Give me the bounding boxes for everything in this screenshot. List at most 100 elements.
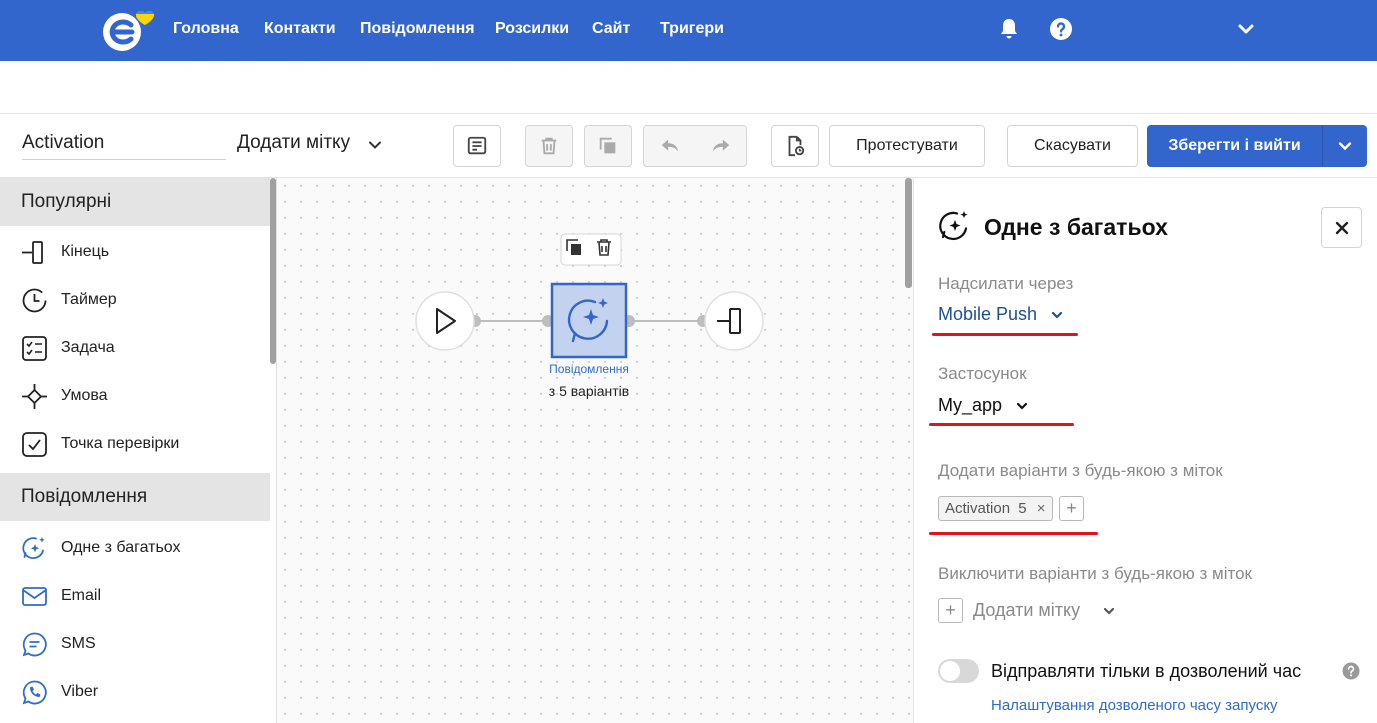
notes-button[interactable] <box>453 125 501 167</box>
canvas-scrollbar[interactable] <box>905 178 912 288</box>
help-icon[interactable] <box>1049 17 1073 41</box>
sparkle-chat-icon <box>22 537 45 559</box>
app-value: My_app <box>938 395 1003 415</box>
highlight-underline <box>929 532 1098 535</box>
sidebar-item-email[interactable]: Email <box>0 572 270 620</box>
cancel-button[interactable]: Скасувати <box>1007 125 1138 167</box>
sidebar-item-task[interactable]: Задача <box>0 324 270 372</box>
close-panel-button[interactable] <box>1321 207 1362 248</box>
nav-item-contacts[interactable]: Контакти <box>264 20 336 38</box>
delete-button[interactable] <box>525 125 573 167</box>
send-via-value: Mobile Push <box>938 304 1038 324</box>
chevron-down-icon <box>369 141 381 149</box>
nav-item-triggers[interactable]: Тригери <box>660 20 724 38</box>
message-node-selected[interactable] <box>550 282 628 359</box>
sidebar-item-end[interactable]: Кінець <box>0 228 270 276</box>
flow-canvas[interactable]: Повідомлення з 5 варіантів <box>277 178 913 723</box>
undo-icon[interactable] <box>659 135 681 157</box>
end-node[interactable] <box>704 291 764 351</box>
top-navigation-bar: Головна Контакти Повідомлення Розсилки С… <box>0 0 1377 61</box>
nav-item-messages[interactable]: Повідомлення <box>360 20 475 38</box>
undo-redo-group <box>643 125 747 167</box>
trash-icon <box>541 137 557 155</box>
send-via-select[interactable]: Mobile Push <box>938 304 1064 325</box>
exclude-tags-label: Виключити варіанти з будь-якою з міток <box>938 564 1252 583</box>
properties-panel: Одне з багатьох Надсилати через Mobile P… <box>913 178 1377 723</box>
remove-tag-icon[interactable]: × <box>1037 500 1046 517</box>
node-subtitle: з 5 варіантів <box>548 383 630 399</box>
add-tag-dropdown[interactable]: Додати мітку <box>237 132 381 154</box>
send-via-label: Надсилати через <box>938 274 1074 293</box>
node-actions <box>560 233 622 266</box>
sidebar-item-label: Умова <box>61 387 108 404</box>
viber-icon <box>22 680 47 705</box>
editor-toolbar: Activation Додати мітку Протестувати Ска… <box>0 114 1377 178</box>
chevron-down-icon <box>1103 607 1115 615</box>
cancel-button-label: Скасувати <box>1034 137 1111 154</box>
start-node[interactable] <box>415 291 475 351</box>
bell-icon[interactable] <box>997 17 1021 41</box>
toggle-knob <box>940 661 960 681</box>
flow-name-input[interactable]: Activation <box>22 132 226 160</box>
chevron-down-icon[interactable] <box>1234 17 1258 41</box>
test-button-label: Протестувати <box>856 137 958 154</box>
flow-diagram <box>415 233 764 359</box>
redo-icon[interactable] <box>710 135 732 157</box>
sidebar-item-viber[interactable]: Viber <box>0 668 270 716</box>
app-select[interactable]: My_app <box>938 395 1029 416</box>
end-icon <box>22 241 43 264</box>
copy-icon <box>599 137 616 154</box>
send-allowed-time-toggle[interactable] <box>938 659 979 683</box>
nav-item-site[interactable]: Сайт <box>592 20 630 38</box>
checkpoint-icon <box>22 432 47 457</box>
plus-icon: + <box>938 598 963 623</box>
tag-chip: Activation 5 × <box>938 496 1053 521</box>
sidebar-item-label: Одне з багатьох <box>61 539 181 556</box>
chevron-down-icon <box>1016 403 1028 410</box>
add-include-tag-button[interactable]: + <box>1059 496 1084 521</box>
condition-icon <box>22 384 47 409</box>
tag-chip-name: Activation <box>945 500 1011 517</box>
nav-item-campaigns[interactable]: Розсилки <box>495 20 569 38</box>
sidebar-item-label: Таймер <box>61 291 117 308</box>
sidebar-item-condition[interactable]: Умова <box>0 372 270 420</box>
sub-header <box>0 61 1377 114</box>
panel-title: Одне з багатьох <box>984 214 1168 240</box>
allowed-time-settings-link[interactable]: Налаштування дозволеного часу запуску <box>991 697 1278 714</box>
app-label: Застосунок <box>938 364 1027 383</box>
sidebar-scrollbar[interactable] <box>270 178 276 364</box>
history-button[interactable] <box>771 125 819 167</box>
sidebar-item-label: Задача <box>61 339 115 356</box>
sidebar-item-sms[interactable]: SMS <box>0 620 270 668</box>
exclude-add-label: Додати мітку <box>973 600 1081 620</box>
sidebar-item-timer[interactable]: Таймер <box>0 276 270 324</box>
note-icon <box>467 136 487 155</box>
section-popular: Популярні <box>0 178 270 226</box>
sidebar-item-label: SMS <box>61 635 96 652</box>
chevron-down-icon <box>1338 142 1352 151</box>
save-options-dropdown[interactable] <box>1322 125 1367 167</box>
node-type-label: Повідомлення <box>549 362 629 376</box>
help-icon[interactable] <box>1342 662 1360 680</box>
highlight-underline <box>932 333 1078 336</box>
include-tags-label: Додати варіанти з будь-якою з міток <box>938 461 1223 480</box>
document-history-icon <box>788 135 805 157</box>
highlight-underline <box>929 423 1074 426</box>
envelope-icon <box>22 587 47 606</box>
logo[interactable] <box>100 8 158 52</box>
task-icon <box>22 336 47 361</box>
add-tag-label: Додати мітку <box>237 132 351 153</box>
section-messages: Повідомлення <box>0 473 270 521</box>
plus-icon: + <box>1066 498 1077 518</box>
sidebar-item-one-of-many[interactable]: Одне з багатьох <box>0 524 270 572</box>
nav-item-home[interactable]: Головна <box>173 20 239 38</box>
sidebar-item-label: Точка перевірки <box>61 435 180 452</box>
tag-chip-count: 5 <box>1018 500 1027 517</box>
sidebar-item-checkpoint[interactable]: Точка перевірки <box>0 420 270 468</box>
save-and-exit-button[interactable]: Зберегти і вийти <box>1147 125 1367 167</box>
sidebar-item-label: Viber <box>61 683 99 700</box>
test-button[interactable]: Протестувати <box>829 125 985 167</box>
timer-icon <box>22 288 47 313</box>
close-icon <box>1335 221 1348 234</box>
copy-button[interactable] <box>584 125 632 167</box>
